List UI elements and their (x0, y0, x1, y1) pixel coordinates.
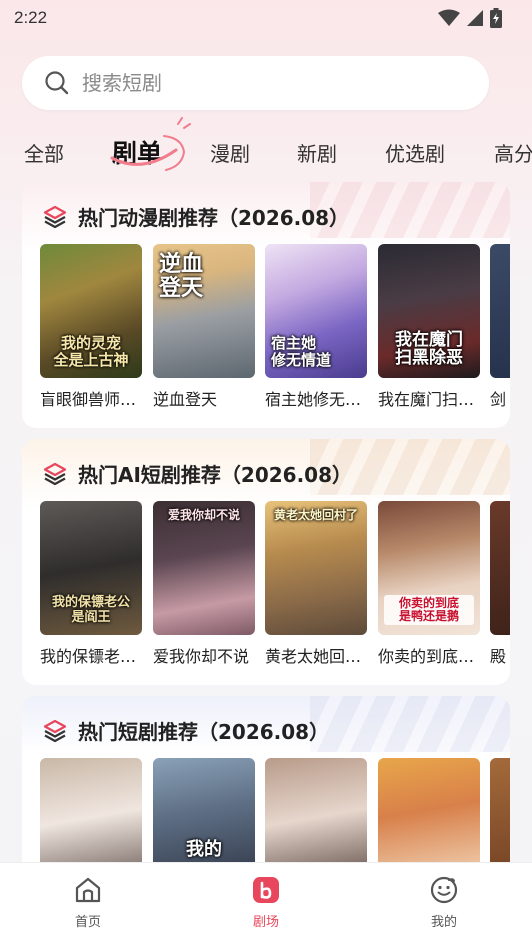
poster-title-art: 爱我你却不说 (167, 508, 240, 522)
wifi-icon (438, 9, 460, 26)
home-icon (75, 877, 101, 903)
poster-name: 宿主她修无… (265, 390, 362, 409)
poster-image: 你卖的到底 是鸭还是鹅 (378, 501, 480, 635)
section-title: 热门AI短剧推荐（2026.08） (78, 463, 353, 487)
nav-label: 首页 (74, 915, 101, 930)
poster-item[interactable]: 我在魔门 扫黑除恶 我在魔门扫… (378, 244, 480, 410)
status-time: 2:22 (14, 8, 48, 27)
poster-image (490, 501, 510, 635)
section-header[interactable]: 热门动漫剧推荐（2026.08） (42, 202, 349, 231)
poster-title-art: 黄老太她回村了 (273, 508, 358, 522)
poster-row: 我的保镖老公 是阎王 我的保镖老… 爱我你却不说 爱我你却不说 黄老太她回村了 … (40, 501, 510, 671)
section-card-short: 热门短剧推荐（2026.08） 我的 (22, 696, 510, 886)
section-header[interactable]: 热门短剧推荐（2026.08） (42, 716, 329, 745)
poster-title-art: 我的灵宠 全是上古神 (53, 334, 129, 369)
poster-name: 逆血登天 (153, 390, 218, 409)
section-card-ai: 热门AI短剧推荐（2026.08） 我的保镖老公 是阎王 我的保镖老… 爱我你却… (22, 439, 510, 685)
search-icon (45, 71, 69, 95)
poster-image: 我在魔门 扫黑除恶 (378, 244, 480, 378)
tab-new[interactable]: 新剧 (297, 138, 337, 167)
tab-high-score[interactable]: 高分 (494, 138, 532, 167)
poster-row: 我的灵宠 全是上古神 盲眼御兽师… 逆血 登天 逆血登天 宿主她 修无情道 宿主… (40, 244, 510, 414)
poster-image (490, 244, 510, 378)
poster-image: 宿主她 修无情道 (265, 244, 367, 378)
search-input[interactable] (82, 71, 442, 95)
poster-name: 黄老太她回… (265, 647, 362, 666)
section-header[interactable]: 热门AI短剧推荐（2026.08） (42, 459, 352, 488)
poster-item[interactable]: 黄老太她回村了 黄老太她回… (265, 501, 367, 667)
nav-theater[interactable]: 剧场 (226, 875, 306, 930)
signal-icon (467, 10, 483, 26)
tab-comic[interactable]: 漫剧 (210, 138, 250, 167)
layers-icon (43, 205, 67, 228)
layers-icon (43, 462, 67, 485)
card-header-decoration (310, 696, 510, 752)
section-card-anime: 热门动漫剧推荐（2026.08） 我的灵宠 全是上古神 盲眼御兽师… 逆血 登天… (22, 182, 510, 428)
theater-icon (253, 877, 279, 903)
poster-name: 殿 (490, 647, 507, 666)
nav-label: 剧场 (252, 915, 279, 930)
nav-profile[interactable]: 我的 (404, 875, 484, 930)
poster-item[interactable]: 宿主她 修无情道 宿主她修无… (265, 244, 367, 410)
poster-item[interactable]: 我的保镖老公 是阎王 我的保镖老… (40, 501, 142, 667)
layers-icon (43, 719, 67, 742)
poster-title-art: 宿主她 修无情道 (271, 334, 332, 369)
poster-title-art: 逆血 登天 (159, 251, 204, 302)
poster-item[interactable]: 你卖的到底 是鸭还是鹅 你卖的到底… (378, 501, 480, 667)
nav-label: 我的 (430, 915, 457, 930)
tab-selected[interactable]: 优选剧 (385, 138, 445, 167)
poster-title-art: 你卖的到底 是鸭还是鹅 (384, 594, 474, 625)
profile-icon (430, 876, 458, 904)
poster-item[interactable]: 殿 (490, 501, 510, 667)
section-title: 热门动漫剧推荐（2026.08） (78, 206, 350, 230)
bottom-nav: 首页 剧场 我的 (0, 862, 532, 946)
poster-item[interactable]: 爱我你却不说 爱我你却不说 (153, 501, 255, 667)
poster-image: 爱我你却不说 (153, 501, 255, 635)
nav-home[interactable]: 首页 (48, 875, 128, 930)
search-bar[interactable] (22, 56, 489, 110)
status-bar: 2:22 (0, 0, 532, 36)
poster-item[interactable]: 逆血 登天 逆血登天 (153, 244, 255, 410)
tab-all[interactable]: 全部 (24, 138, 64, 167)
category-tabs: 全部 剧单 漫剧 新剧 优选剧 高分 (0, 126, 532, 178)
poster-title-art: 我在魔门 扫黑除恶 (395, 329, 463, 369)
poster-image: 我的保镖老公 是阎王 (40, 501, 142, 635)
poster-name: 剑 (490, 390, 507, 409)
poster-name: 我的保镖老… (40, 647, 137, 666)
poster-title-art: 我的 (186, 839, 222, 860)
poster-image: 我的灵宠 全是上古神 (40, 244, 142, 378)
battery-icon (490, 8, 502, 28)
poster-name: 爱我你却不说 (153, 647, 250, 666)
status-icons (438, 8, 502, 28)
active-tab-indicator (110, 117, 191, 171)
search-box[interactable] (22, 56, 489, 110)
section-title: 热门短剧推荐（2026.08） (78, 720, 330, 744)
poster-title-art: 我的保镖老公 是阎王 (51, 595, 130, 625)
poster-name: 你卖的到底… (378, 647, 475, 666)
poster-item[interactable]: 剑 (490, 244, 510, 410)
poster-name: 我在魔门扫… (378, 390, 475, 409)
poster-name: 盲眼御兽师… (40, 390, 137, 409)
poster-image: 黄老太她回村了 (265, 501, 367, 635)
poster-image: 逆血 登天 (153, 244, 255, 378)
poster-item[interactable]: 我的灵宠 全是上古神 盲眼御兽师… (40, 244, 142, 410)
